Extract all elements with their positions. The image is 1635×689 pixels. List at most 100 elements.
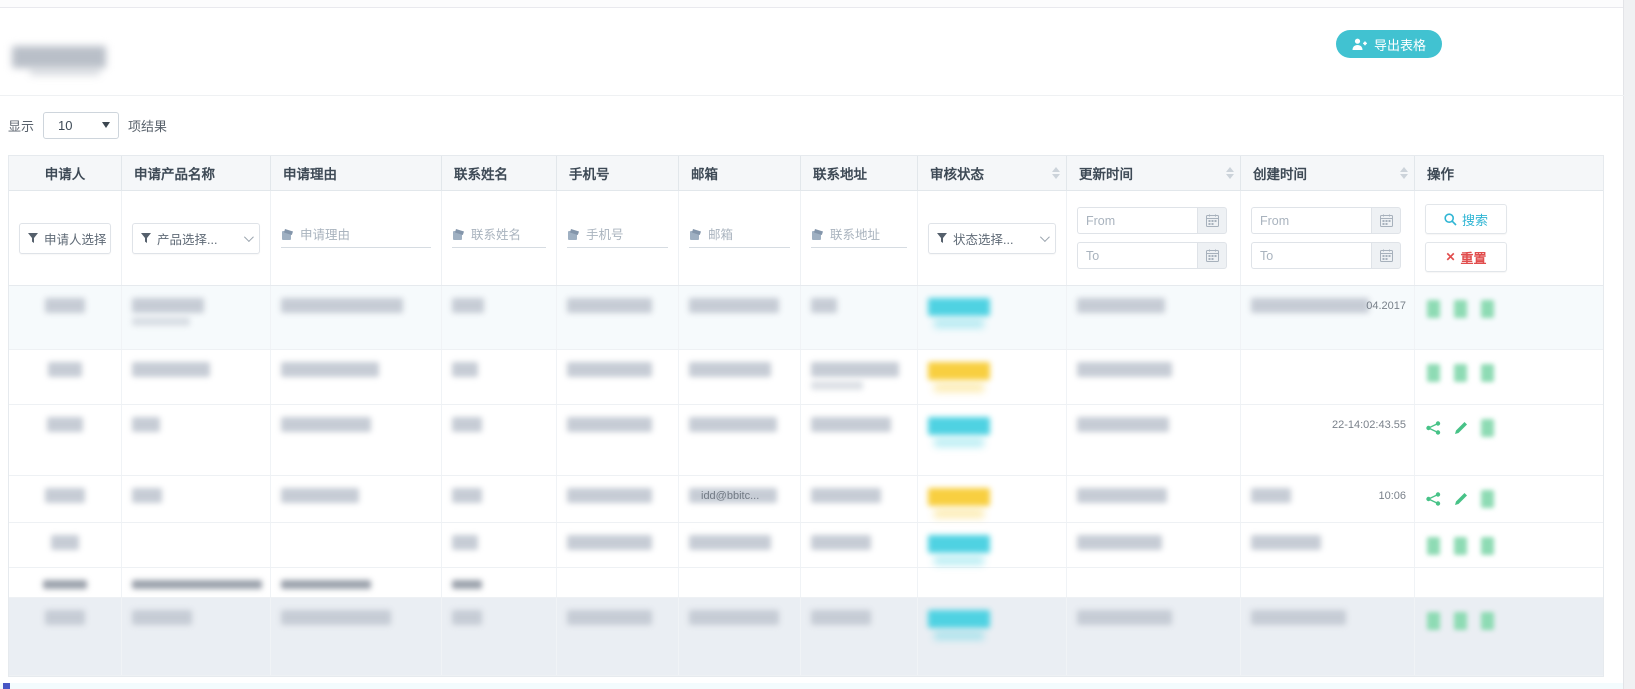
redacted-text-block xyxy=(132,610,192,625)
action-icon-blurred[interactable] xyxy=(1452,299,1469,318)
redacted-cell xyxy=(679,598,801,675)
redacted-cell xyxy=(557,405,679,475)
redacted-cell xyxy=(122,523,271,567)
redacted-text-block xyxy=(281,580,371,589)
sort-icon[interactable] xyxy=(1052,167,1060,179)
action-icon-blurred[interactable] xyxy=(1425,611,1442,630)
action-icon-blurred[interactable] xyxy=(1479,536,1496,555)
redacted-text-block xyxy=(452,610,482,625)
card-header: 导出表格 xyxy=(0,8,1635,96)
table-body: 04.2017 22-14:02:43.55 idd@bbitc... 10:06 xyxy=(9,286,1603,676)
redacted-text-block xyxy=(45,610,85,625)
redacted-text-block xyxy=(1077,362,1172,377)
status-badge xyxy=(928,298,990,316)
phone-filter-input[interactable] xyxy=(586,228,668,242)
redacted-text-block xyxy=(45,298,85,313)
action-icon-blurred[interactable] xyxy=(1452,536,1469,555)
table-row[interactable]: idd@bbitc... 10:06 xyxy=(9,476,1603,523)
page-size-label-suffix: 项结果 xyxy=(128,119,168,134)
status-badge-echo xyxy=(934,383,984,392)
reason-filter-input[interactable] xyxy=(300,228,431,242)
table-row[interactable] xyxy=(9,568,1603,598)
created-from-date-input[interactable] xyxy=(1251,207,1371,234)
sort-icon[interactable] xyxy=(1400,167,1408,179)
status-badge-echo xyxy=(934,319,984,328)
row-actions-cell xyxy=(1415,350,1601,404)
redacted-cell xyxy=(122,350,271,404)
address-filter-input[interactable] xyxy=(830,228,907,242)
redacted-cell xyxy=(1241,568,1415,597)
calendar-icon[interactable] xyxy=(1197,242,1227,269)
redacted-cell xyxy=(122,286,271,349)
redacted-cell xyxy=(442,476,557,522)
table-row[interactable]: 22-14:02:43.55 xyxy=(9,405,1603,476)
row-actions-cell xyxy=(1415,286,1601,349)
page-size-select[interactable]: 10 xyxy=(43,112,120,139)
col-header-updated[interactable]: 更新时间 xyxy=(1067,156,1241,190)
col-header-status[interactable]: 审核状态 xyxy=(918,156,1067,190)
table-row[interactable] xyxy=(9,350,1603,405)
redacted-text-block xyxy=(811,535,871,550)
action-icon-blurred[interactable] xyxy=(1479,611,1496,630)
redacted-text-block xyxy=(811,417,891,432)
edit-icon[interactable] xyxy=(1452,489,1469,508)
share-icon[interactable] xyxy=(1425,489,1442,508)
redacted-cell xyxy=(1067,405,1241,475)
action-icon-blurred[interactable] xyxy=(1425,363,1442,382)
redacted-cell xyxy=(442,598,557,675)
redacted-text-block xyxy=(132,417,160,432)
action-icon-blurred[interactable] xyxy=(1452,611,1469,630)
export-table-label: 导出表格 xyxy=(1373,37,1426,53)
redacted-text-block xyxy=(452,535,478,550)
edit-icon[interactable] xyxy=(1452,418,1469,437)
export-table-button[interactable]: 导出表格 xyxy=(1335,30,1442,58)
calendar-icon[interactable] xyxy=(1197,207,1227,234)
reset-button[interactable]: ✕ 重置 xyxy=(1425,242,1507,272)
redacted-cell xyxy=(271,476,442,522)
table-filter-row: 申请人选择 产品选择... 申请理由 联系姓名 手机号 邮箱 联系地址 状态选择… xyxy=(9,191,1603,286)
created-to-date-input[interactable] xyxy=(1251,242,1371,269)
redacted-text-block xyxy=(452,298,484,313)
status-cell xyxy=(918,286,1067,349)
calendar-icon[interactable] xyxy=(1371,242,1401,269)
email-filter-input[interactable] xyxy=(708,228,790,242)
calendar-icon[interactable] xyxy=(1371,207,1401,234)
visible-text-fragment: 04.2017 xyxy=(1366,300,1406,312)
redacted-text-block xyxy=(452,362,478,377)
redacted-cell xyxy=(557,286,679,349)
col-header-product: 申请产品名称 xyxy=(122,156,271,190)
action-icon-blurred[interactable] xyxy=(1452,363,1469,382)
updated-to-date-input[interactable] xyxy=(1077,242,1197,269)
product-filter-dropdown[interactable]: 产品选择... xyxy=(132,222,260,254)
visible-text-fragment: idd@bbitc... xyxy=(701,490,760,502)
action-icon-blurred[interactable] xyxy=(1479,489,1496,508)
redacted-cell xyxy=(1067,598,1241,675)
redacted-text-block xyxy=(132,362,210,377)
action-icon-blurred[interactable] xyxy=(1425,299,1442,318)
redacted-text-block xyxy=(1251,488,1291,503)
action-icon-blurred[interactable] xyxy=(1425,536,1442,555)
share-icon[interactable] xyxy=(1425,418,1442,437)
contact-filter-input[interactable] xyxy=(471,228,546,242)
table-row[interactable] xyxy=(9,598,1603,676)
redacted-text-block xyxy=(567,535,652,550)
status-filter-dropdown[interactable]: 状态选择... xyxy=(928,222,1056,254)
action-icon-blurred[interactable] xyxy=(1479,363,1496,382)
col-header-contact: 联系姓名 xyxy=(442,156,557,190)
redacted-cell xyxy=(271,350,442,404)
redacted-cell xyxy=(9,476,122,522)
applicant-filter-dropdown[interactable]: 申请人选择 xyxy=(19,222,111,254)
redacted-cell xyxy=(801,568,918,597)
action-icon-blurred[interactable] xyxy=(1479,299,1496,318)
redacted-cell xyxy=(9,405,122,475)
table-row[interactable]: 04.2017 xyxy=(9,286,1603,350)
redacted-cell xyxy=(1241,350,1415,404)
partially-visible-button[interactable] xyxy=(3,683,10,689)
table-row[interactable] xyxy=(9,523,1603,568)
action-icon-blurred[interactable] xyxy=(1479,418,1496,437)
sort-icon[interactable] xyxy=(1226,167,1234,179)
col-header-created[interactable]: 创建时间 xyxy=(1241,156,1415,190)
updated-from-date-input[interactable] xyxy=(1077,207,1197,234)
redacted-cell xyxy=(442,568,557,597)
search-button[interactable]: 搜索 xyxy=(1425,204,1507,234)
